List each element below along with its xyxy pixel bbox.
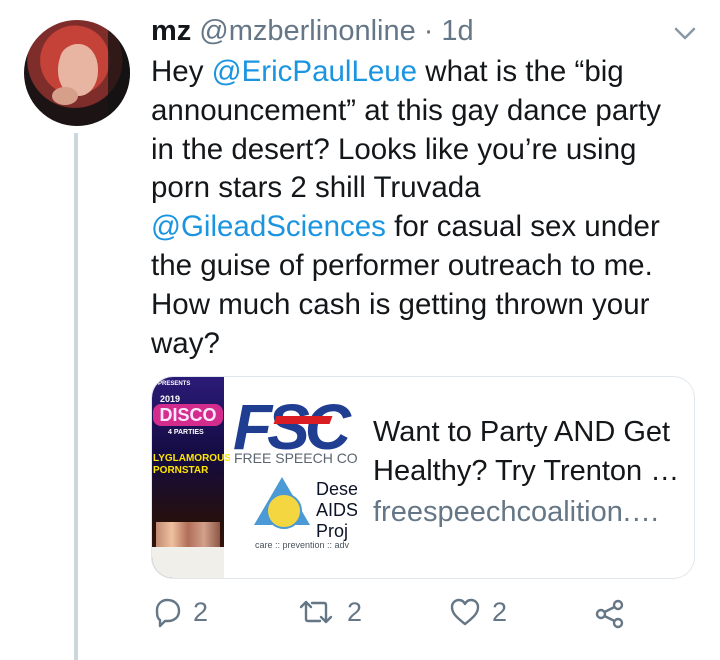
desert-aids-project-text: Dese AIDS Proj [316,479,357,542]
mention-link[interactable]: @EricPaulLeue [212,55,417,88]
tweet-actions: 2 2 2 [151,595,651,637]
like-button[interactable]: 2 [448,596,507,628]
link-card-domain: freespeechcoalition.… [373,496,660,528]
aids-project-figure-icon [266,493,302,529]
tweet-text-line: Hey @EricPaulLeue what is the “big [151,53,681,92]
tweet-text-line: announcement” at this gay dance party [151,93,662,127]
reply-icon [155,598,181,628]
tweet-text-plain: what is the “big [417,55,624,88]
desert-line: Dese [316,479,357,499]
desert-line: AIDS [316,500,357,520]
avatar-shadow [108,20,130,126]
poster-title: DISCO [153,404,223,426]
retweet-count: 2 [347,596,363,627]
avatar[interactable] [24,20,130,126]
tweet-text-line: porn stars 2 shill Truvada [151,171,481,205]
avatar-hand [52,87,78,105]
poster-date: 2019 [160,394,181,404]
care-prevention-text: care :: prevention :: adv [255,540,350,550]
like-count: 2 [492,596,508,627]
author-handle[interactable]: @mzberlinonline [199,15,415,48]
retweet-icon [299,600,333,624]
link-card-text: Want to Party AND Get Healthy? Try Trent… [373,413,681,532]
share-icon [595,599,624,629]
reply-button[interactable]: 2 [151,596,208,628]
poster-top-text: PRESENTS [158,381,191,387]
desert-line: Proj [316,521,349,541]
mention-link[interactable]: @GileadSciences [151,210,386,243]
tweet-header: mz @mzberlinonline · 1d [151,14,474,48]
author-name[interactable]: mz [151,15,191,48]
reply-count: 2 [193,596,209,627]
heart-icon [450,598,480,626]
tweet-text-plain: for casual sex under [385,210,660,244]
tweet-text-line: How much cash is getting thrown your [151,287,650,321]
timestamp-separator: · [423,14,434,47]
retweet-button[interactable]: 2 [295,596,362,628]
poster-star: PORNSTAR [153,465,209,476]
share-button[interactable] [593,596,627,630]
fsc-organization-name: FREE SPEECH COA [234,450,357,466]
tweet-text-line: in the desert? Looks like you’re using [151,132,637,166]
tweet-text-line: way? [151,326,220,360]
poster-glam: LYGLAMOROUS [153,453,231,464]
tweet-text: Hey @EricPaulLeue what is the “big annou… [151,53,681,363]
fsc-logo-stripe [273,416,333,424]
tweet-text-line: the guise of performer outreach to me. [151,248,653,282]
poster-parties: 4 PARTIES [168,429,204,436]
link-card-image: PRESENTS 2019 DISCO 4 PARTIES LYGLAMOROU… [152,377,357,578]
tweet-text-plain: Hey [151,55,212,88]
poster-sponsors [152,547,224,578]
link-card-title-line: Want to Party AND Get [373,416,671,448]
tweet-time[interactable]: 1d [441,15,473,48]
poster-performers [156,522,220,547]
tweet-text-line: @GileadSciences for casual sex under [151,208,681,247]
event-poster: PRESENTS 2019 DISCO 4 PARTIES LYGLAMOROU… [152,377,231,578]
link-card-title-line: Healthy? Try Trenton … [373,455,680,487]
link-card[interactable]: PRESENTS 2019 DISCO 4 PARTIES LYGLAMOROU… [151,376,695,579]
thread-line [74,133,78,660]
chevron-down-icon[interactable] [673,25,697,43]
free-speech-coalition-logo: FSC FREE SPEECH COA Dese AIDS Proj care … [230,390,357,565]
